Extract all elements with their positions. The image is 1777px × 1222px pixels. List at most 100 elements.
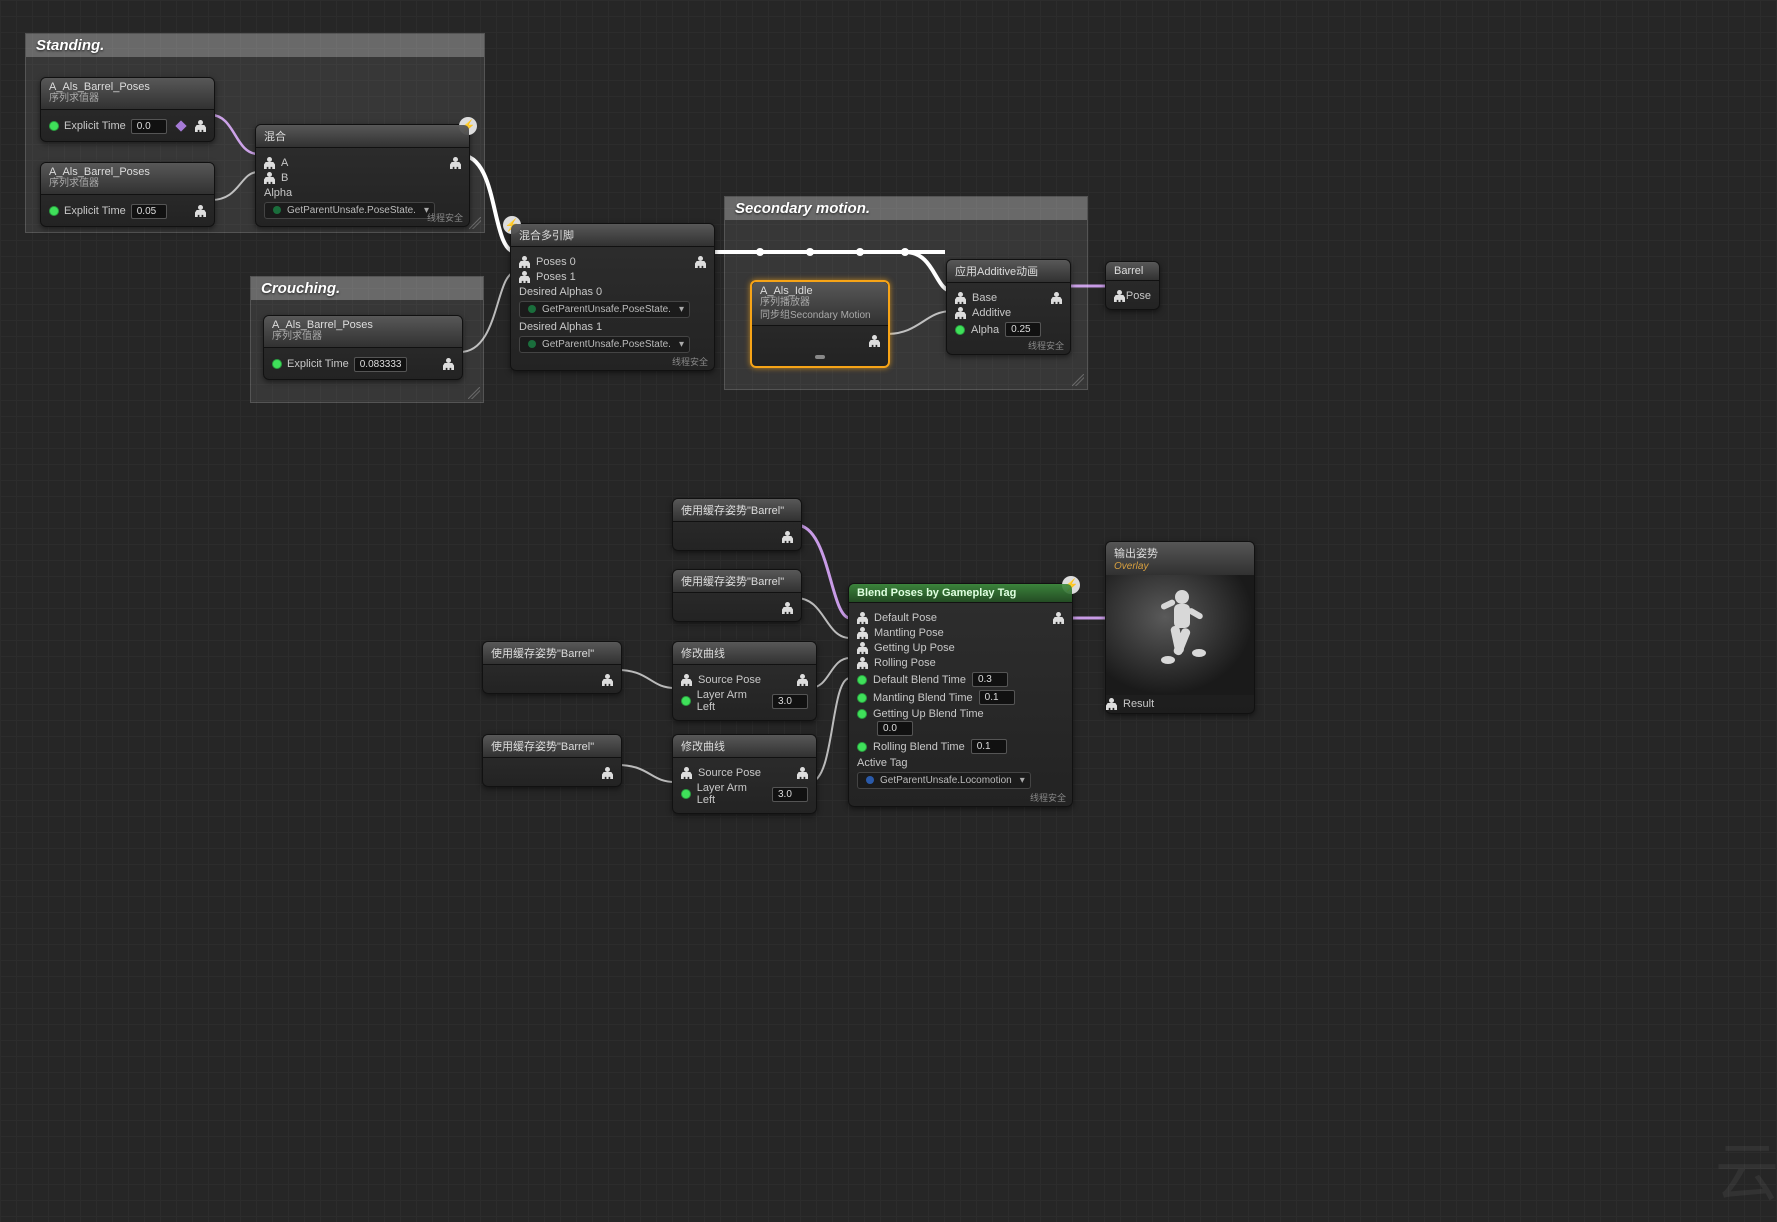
source-pose-label: Source Pose — [698, 767, 761, 779]
node-barrel-cache[interactable]: Barrel Pose — [1105, 261, 1160, 310]
node-idle[interactable]: A_Als_Idle 序列播放器 同步组Secondary Motion — [750, 280, 890, 368]
node-title: A_Als_Barrel_Poses — [49, 81, 206, 93]
sync-indicator-icon — [815, 355, 825, 359]
node-poses-1[interactable]: A_Als_Barrel_Poses 序列求值器 Explicit Time 0… — [40, 77, 215, 142]
explicit-time-value[interactable]: 0.05 — [131, 204, 167, 219]
alpha1-dropdown[interactable]: GetParentUnsafe.PoseState. — [519, 336, 690, 353]
threadsafe-label: 线程安全 — [427, 211, 463, 224]
pose-in-icon[interactable] — [955, 292, 966, 304]
node-title: 使用缓存姿势"Barrel" — [681, 505, 784, 517]
pose-in-icon[interactable] — [519, 271, 530, 283]
pose-in-icon[interactable] — [857, 657, 868, 669]
pose-in-icon[interactable] — [1106, 698, 1117, 710]
pin-icon[interactable] — [857, 693, 867, 703]
node-modcurve-2[interactable]: 修改曲线 Source Pose Layer Arm Left3.0 — [672, 734, 817, 814]
alpha-label: Alpha — [264, 187, 292, 199]
node-output-pose[interactable]: 输出姿势 Overlay Result — [1105, 541, 1255, 714]
pin-poses0-label: Poses 0 — [536, 256, 576, 268]
pose-in-icon[interactable] — [519, 256, 530, 268]
node-usecache-1[interactable]: 使用缓存姿势"Barrel" — [672, 498, 802, 551]
pose-out-icon[interactable] — [450, 157, 461, 169]
pose-out-icon[interactable] — [195, 120, 206, 132]
pose-in-icon[interactable] — [681, 767, 692, 779]
node-sub2: 同步组Secondary Motion — [760, 310, 880, 323]
node-poses-3[interactable]: A_Als_Barrel_Poses 序列求值器 Explicit Time 0… — [263, 315, 463, 380]
pose-out-icon[interactable] — [1053, 612, 1064, 624]
node-poses-2[interactable]: A_Als_Barrel_Poses 序列求值器 Explicit Time 0… — [40, 162, 215, 227]
pose-in-icon[interactable] — [681, 674, 692, 686]
pin-poses1-label: Poses 1 — [536, 271, 576, 283]
layer-value[interactable]: 3.0 — [772, 787, 808, 802]
pose-in-icon[interactable] — [264, 157, 275, 169]
comment-standing-title: Standing. — [26, 34, 484, 57]
pose-out-icon[interactable] — [797, 674, 808, 686]
rollbt-value[interactable]: 0.1 — [971, 739, 1007, 754]
explicit-time-value[interactable]: 0.083333 — [354, 357, 408, 372]
pin-icon[interactable] — [681, 789, 691, 799]
node-additive[interactable]: 应用Additive动画 Base Additive Alpha0.25 线程安… — [946, 259, 1071, 355]
mantbt-label: Mantling Blend Time — [873, 692, 973, 704]
pose-out-icon[interactable] — [195, 205, 206, 217]
node-title: A_Als_Barrel_Poses — [49, 166, 206, 178]
alpha0-dropdown[interactable]: GetParentUnsafe.PoseState. — [519, 301, 690, 318]
pose-out-icon[interactable] — [443, 358, 454, 370]
pin-b-label: B — [281, 172, 288, 184]
node-usecache-3[interactable]: 使用缓存姿势"Barrel" — [482, 641, 622, 694]
pose-in-icon[interactable] — [857, 642, 868, 654]
alpha-dropdown[interactable]: GetParentUnsafe.PoseState. — [264, 202, 435, 219]
alpha-value[interactable]: 0.25 — [1005, 322, 1041, 337]
comment-secondary-title: Secondary motion. — [725, 197, 1087, 220]
pose-out-icon[interactable] — [695, 256, 706, 268]
explicit-time-value[interactable]: 0.0 — [131, 119, 167, 134]
pin-icon[interactable] — [681, 696, 691, 706]
pin-icon[interactable] — [857, 675, 867, 685]
defbt-value[interactable]: 0.3 — [972, 672, 1008, 687]
activetag-dropdown[interactable]: GetParentUnsafe.Locomotion — [857, 772, 1031, 789]
pose-in-icon[interactable] — [264, 172, 275, 184]
alpha-pin-icon[interactable] — [955, 325, 965, 335]
pose-in-icon[interactable] — [857, 627, 868, 639]
node-blend-by-tag[interactable]: ⚡ Blend Poses by Gameplay Tag Default Po… — [848, 583, 1073, 807]
pose-in-icon[interactable] — [857, 612, 868, 624]
pin-base-label: Base — [972, 292, 997, 304]
node-subtitle: 序列求值器 — [49, 93, 206, 106]
layer-value[interactable]: 3.0 — [772, 694, 808, 709]
getbt-value[interactable]: 0.0 — [877, 721, 913, 736]
pose-out-icon[interactable] — [782, 602, 793, 614]
pin-in-icon[interactable] — [49, 206, 59, 216]
mannequin-preview-icon — [1150, 585, 1210, 685]
node-multiblend[interactable]: ⚡ 混合多引脚 Poses 0 Poses 1 Desired Alphas 0… — [510, 223, 715, 371]
pose-out-icon[interactable] — [1051, 292, 1062, 304]
layer-label: Layer Arm Left — [697, 689, 766, 713]
node-usecache-2[interactable]: 使用缓存姿势"Barrel" — [672, 569, 802, 622]
explicit-time-label: Explicit Time — [64, 205, 126, 217]
node-subtitle: 序列求值器 — [272, 331, 454, 344]
mantbt-value[interactable]: 0.1 — [979, 690, 1015, 705]
pose-out-icon[interactable] — [797, 767, 808, 779]
node-usecache-4[interactable]: 使用缓存姿势"Barrel" — [482, 734, 622, 787]
explicit-time-label: Explicit Time — [64, 120, 126, 132]
node-title: 使用缓存姿势"Barrel" — [681, 576, 784, 588]
source-pose-label: Source Pose — [698, 674, 761, 686]
pose-in-icon[interactable] — [1114, 290, 1120, 302]
rollbt-label: Rolling Blend Time — [873, 741, 965, 753]
pin-in-icon[interactable] — [272, 359, 282, 369]
pin-icon[interactable] — [857, 709, 867, 719]
node-title: 使用缓存姿势"Barrel" — [491, 648, 594, 660]
pin-icon[interactable] — [857, 742, 867, 752]
node-title: 修改曲线 — [681, 741, 725, 753]
node-blend[interactable]: ⚡ 混合 A B Alpha GetParentUnsafe.PoseState… — [255, 124, 470, 227]
node-title: Blend Poses by Gameplay Tag — [857, 587, 1016, 599]
node-modcurve-1[interactable]: 修改曲线 Source Pose Layer Arm Left 3.0 — [672, 641, 817, 721]
rolling-pose-label: Rolling Pose — [874, 657, 936, 669]
pin-in-icon[interactable] — [49, 121, 59, 131]
pose-out-icon[interactable] — [602, 674, 613, 686]
pose-out-icon[interactable] — [602, 767, 613, 779]
node-title: 修改曲线 — [681, 648, 725, 660]
comment-crouching-title: Crouching. — [251, 277, 483, 300]
alpha-label: Alpha — [971, 324, 999, 336]
explicit-time-label: Explicit Time — [287, 358, 349, 370]
pose-in-icon[interactable] — [955, 307, 966, 319]
pose-out-icon[interactable] — [782, 531, 793, 543]
pose-out-icon[interactable] — [869, 335, 880, 347]
